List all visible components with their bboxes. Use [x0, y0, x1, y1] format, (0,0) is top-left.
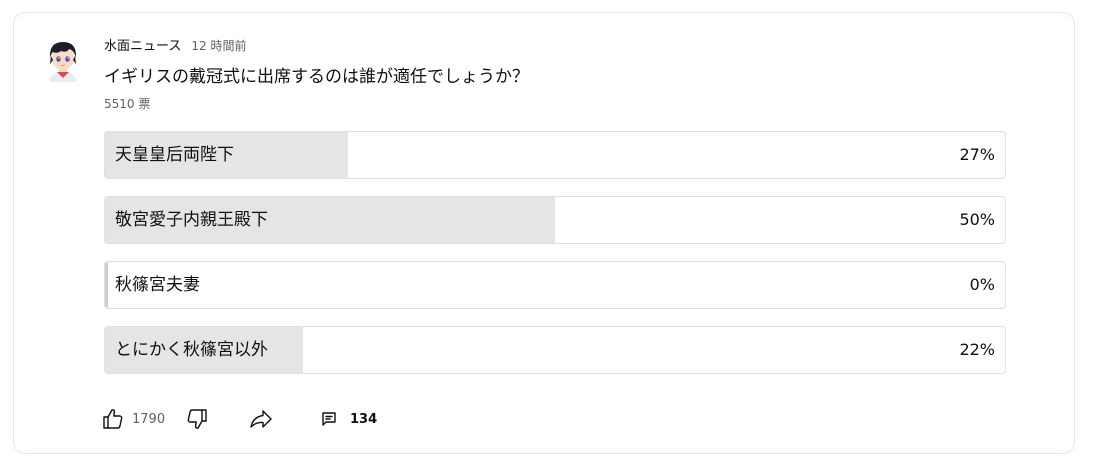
poll-option-label: とにかく秋篠宮以外 — [115, 340, 268, 360]
poll-option[interactable]: 天皇皇后両陛下 27% — [104, 131, 1006, 179]
avatar-image — [49, 42, 77, 82]
poll-option-percent: 27% — [959, 145, 995, 164]
channel-name[interactable]: 水面ニュース — [104, 35, 181, 54]
poll-option-percent: 50% — [959, 210, 995, 229]
like-count: 1790 — [132, 411, 166, 427]
poll-option-label: 天皇皇后両陛下 — [115, 145, 234, 165]
post-header: 水面ニュース 12 時間前 — [104, 35, 246, 54]
comment-icon[interactable] — [316, 406, 342, 432]
post-timestamp[interactable]: 12 時間前 — [191, 37, 246, 54]
poll-option-label: 秋篠宮夫妻 — [115, 275, 200, 295]
thumbs-down-icon[interactable] — [184, 406, 210, 432]
action-toolbar: 1790 134 — [100, 404, 500, 434]
poll-option-fill — [105, 262, 108, 308]
poll-question: イギリスの戴冠式に出席するのは誰が適任でしょうか？ — [104, 67, 529, 87]
comment-group[interactable]: 134 — [316, 404, 377, 434]
poll-option[interactable]: 敬宮愛子内親王殿下 50% — [104, 196, 1006, 244]
share-group — [248, 404, 274, 434]
poll-option[interactable]: とにかく秋篠宮以外 22% — [104, 326, 1006, 374]
poll-options: 天皇皇后両陛下 27% 敬宮愛子内親王殿下 50% 秋篠宮夫妻 0% とにかく秋… — [104, 131, 1006, 391]
poll-option-label: 敬宮愛子内親王殿下 — [115, 210, 268, 230]
thumbs-up-icon[interactable] — [100, 406, 126, 432]
like-group: 1790 — [100, 404, 165, 434]
poll-option-percent: 22% — [959, 340, 995, 359]
vote-count: 5510 票 — [104, 97, 151, 111]
comment-count: 134 — [350, 411, 378, 427]
poll-option[interactable]: 秋篠宮夫妻 0% — [104, 261, 1006, 309]
share-icon[interactable] — [248, 406, 274, 432]
poll-option-percent: 0% — [969, 275, 995, 294]
channel-avatar[interactable] — [43, 38, 83, 82]
dislike-group — [184, 404, 210, 434]
